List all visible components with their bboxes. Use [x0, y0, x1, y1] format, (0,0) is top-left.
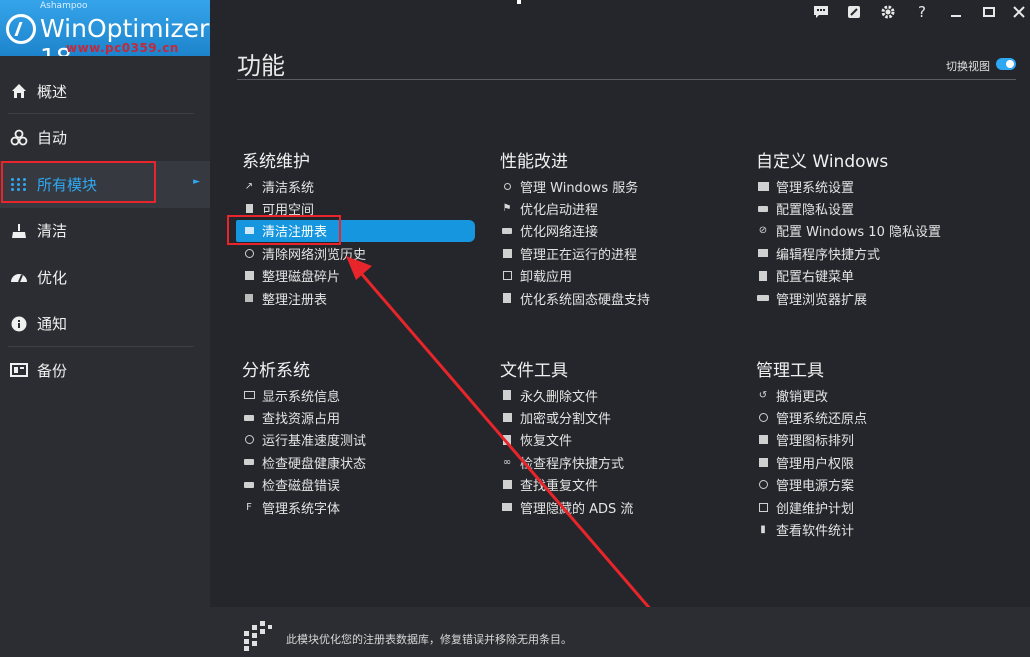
module-grid-icon [244, 621, 272, 651]
annotation-arrow [346, 256, 660, 619]
footer-bar: 此模块优化您的注册表数据库，修复错误并移除无用条目。 [210, 607, 1030, 657]
module-description: 此模块优化您的注册表数据库，修复错误并移除无用条目。 [286, 633, 572, 646]
